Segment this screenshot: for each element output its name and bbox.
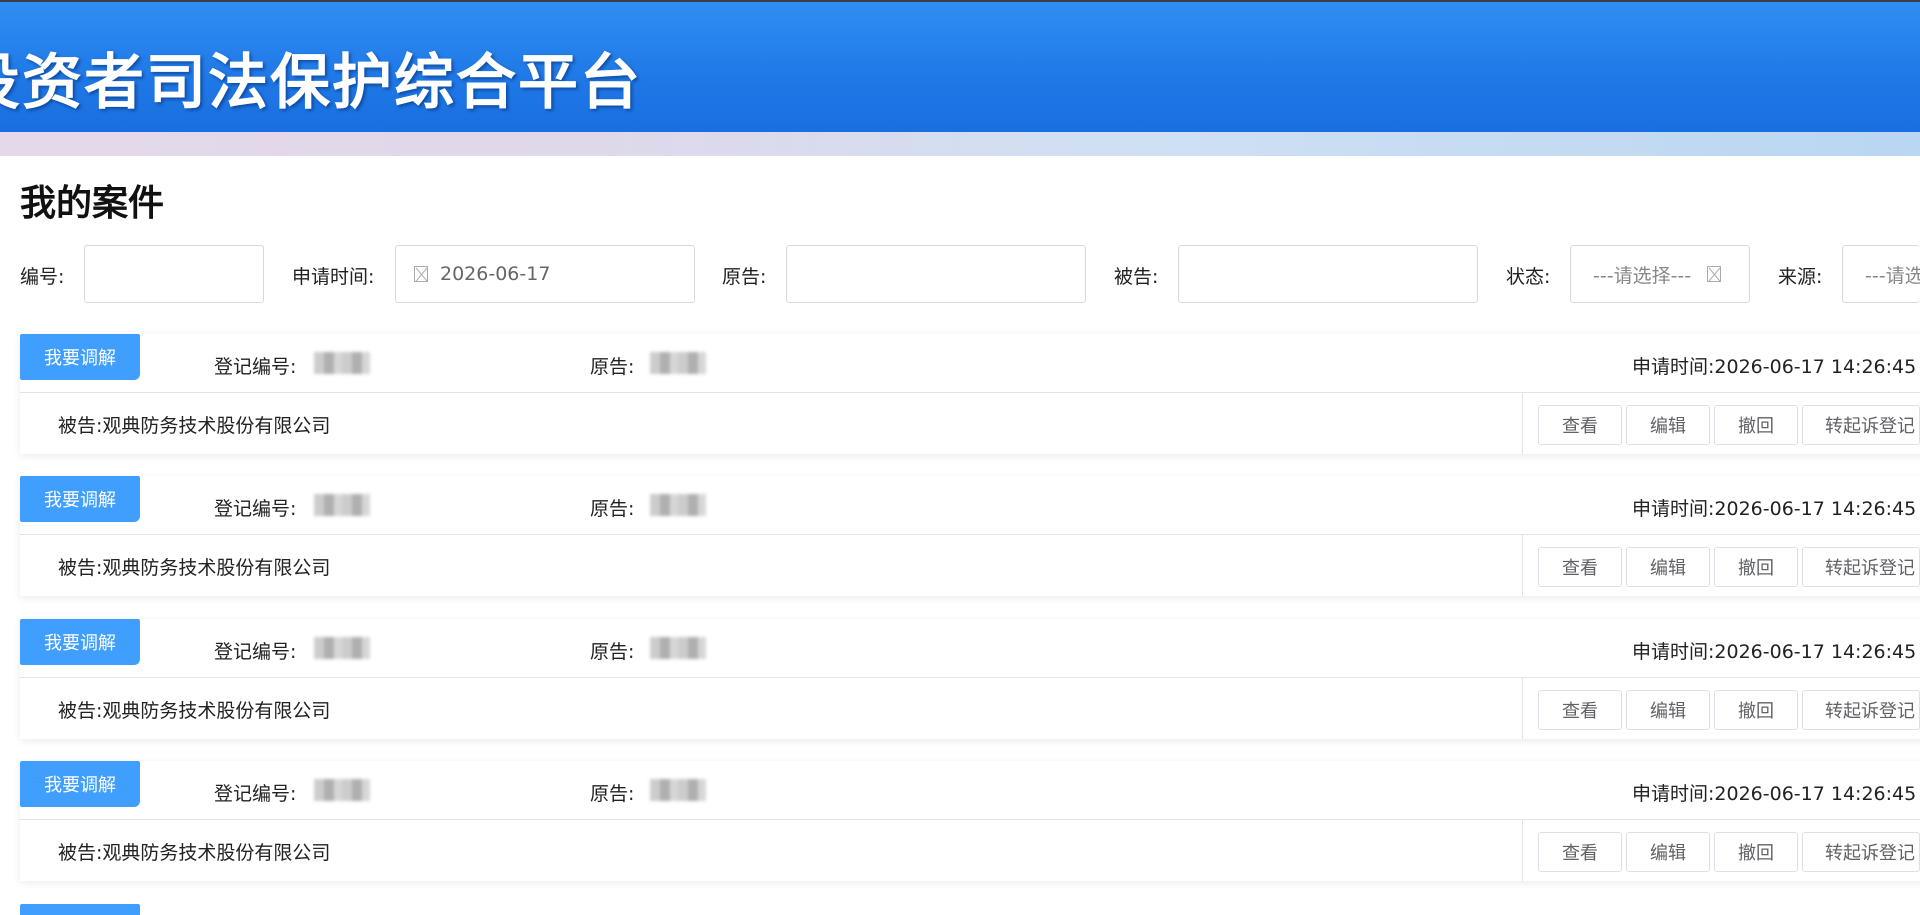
- apply-time-input[interactable]: 2026-06-17: [395, 245, 695, 303]
- view-button[interactable]: 查看: [1538, 547, 1622, 587]
- reg-no-label: 登记编号:: [214, 641, 297, 663]
- edit-button[interactable]: 编辑: [1626, 832, 1710, 872]
- withdraw-button[interactable]: 撤回: [1714, 405, 1798, 445]
- number-input[interactable]: [84, 245, 264, 303]
- view-button[interactable]: 查看: [1538, 405, 1622, 445]
- apply-time-label: 申请时间:: [1632, 641, 1715, 663]
- case-card: 我要调解 登记编号: 原告: 申请时间:2026-06-17 14:26:45 …: [20, 476, 1920, 596]
- source-placeholder: ---请选择---: [1865, 264, 1920, 287]
- apply-time-label: 申请时间:: [292, 266, 375, 288]
- defendant-label: 被告:: [58, 842, 103, 864]
- plaintiff-label: 原告:: [590, 641, 635, 663]
- apply-time: 申请时间:2026-06-17 14:26:45: [1632, 494, 1916, 521]
- site-header: 投资者司法保护综合平台: [0, 0, 1920, 132]
- plaintiff-input[interactable]: [786, 245, 1086, 303]
- defendant: 被告:观典防务技术股份有限公司: [58, 696, 330, 723]
- case-card-header: 我要调解 登记编号: 原告: 申请时间:2026-06-17 14:26:45: [20, 334, 1920, 393]
- apply-time-label: 申请时间:: [1632, 356, 1715, 378]
- status-placeholder: ---请选择---: [1593, 264, 1692, 287]
- apply-time-value: 2026-06-17 14:26:45: [1714, 783, 1917, 805]
- reg-no-redacted: [314, 637, 370, 659]
- divider: [1522, 820, 1523, 881]
- source-label: 来源:: [1778, 266, 1823, 288]
- reg-no-redacted: [314, 494, 370, 516]
- site-title: 投资者司法保护综合平台: [0, 48, 642, 118]
- edit-button[interactable]: 编辑: [1626, 690, 1710, 730]
- view-button[interactable]: 查看: [1538, 832, 1622, 872]
- apply-time-value: 2026-06-17 14:26:45: [1714, 356, 1917, 378]
- defendant: 被告:观典防务技术股份有限公司: [58, 838, 330, 865]
- transfer-litigation-button[interactable]: 转起诉登记: [1802, 405, 1920, 445]
- divider: [1522, 393, 1523, 454]
- defendant: 被告:观典防务技术股份有限公司: [58, 411, 330, 438]
- case-card-header: 我要调解 登记编号: 原告: 申请时间:2026-06-17 14:26:45: [20, 761, 1920, 820]
- defendant-label: 被告:: [58, 415, 103, 437]
- plaintiff-redacted: [650, 494, 706, 516]
- case-card-header: 我要调解 登记编号: 原告: 申请时间:2026-06-17 14:26:45: [20, 476, 1920, 535]
- defendant-label: 被告:: [58, 557, 103, 579]
- apply-time-label: 申请时间:: [1632, 498, 1715, 520]
- case-card-header: 我要调解 登记编号: 原告: 申请时间:2026-06-17 14:26:45: [20, 619, 1920, 678]
- status-label: 状态:: [1506, 266, 1551, 288]
- plaintiff-label: 原告:: [590, 356, 635, 378]
- defendant-value: 观典防务技术股份有限公司: [102, 415, 331, 437]
- defendant-input[interactable]: [1178, 245, 1478, 303]
- withdraw-button[interactable]: 撤回: [1714, 832, 1798, 872]
- calendar-clear-icon: [414, 266, 428, 282]
- clear-icon[interactable]: [1707, 266, 1722, 282]
- page-title: 我的案件: [20, 183, 165, 224]
- case-card-body: 被告:观典防务技术股份有限公司 查看 编辑 撤回 转起诉登记: [20, 678, 1920, 739]
- reg-no-redacted: [314, 352, 370, 374]
- edit-button[interactable]: 编辑: [1626, 405, 1710, 445]
- mediate-button[interactable]: 我要调解: [20, 476, 140, 522]
- view-button[interactable]: 查看: [1538, 690, 1622, 730]
- withdraw-button[interactable]: 撤回: [1714, 547, 1798, 587]
- case-card: 我要调解 登记编号: 原告: 申请时间:2026-06-17 14:26:45 …: [20, 334, 1920, 454]
- defendant-value: 观典防务技术股份有限公司: [102, 700, 331, 722]
- header-band: [0, 132, 1920, 156]
- mediate-button[interactable]: [20, 904, 140, 915]
- defendant-value: 观典防务技术股份有限公司: [102, 557, 331, 579]
- defendant-value: 观典防务技术股份有限公司: [102, 842, 331, 864]
- case-card: 我要调解 登记编号: 原告: 申请时间:2026-06-17 14:26:45 …: [20, 619, 1920, 739]
- defendant: 被告:观典防务技术股份有限公司: [58, 553, 330, 580]
- defendant-label: 被告:: [58, 700, 103, 722]
- reg-no-label: 登记编号:: [214, 783, 297, 805]
- transfer-litigation-button[interactable]: 转起诉登记: [1802, 547, 1920, 587]
- plaintiff-redacted: [650, 352, 706, 374]
- number-label: 编号:: [20, 266, 65, 288]
- status-select[interactable]: ---请选择---: [1570, 245, 1750, 303]
- apply-time-value: 2026-06-17 14:26:45: [1714, 641, 1917, 663]
- edit-button[interactable]: 编辑: [1626, 547, 1710, 587]
- divider: [1522, 535, 1523, 596]
- withdraw-button[interactable]: 撤回: [1714, 690, 1798, 730]
- defendant-filter-label: 被告:: [1114, 266, 1159, 288]
- case-card-body: 被告:观典防务技术股份有限公司 查看 编辑 撤回 转起诉登记: [20, 820, 1920, 881]
- apply-time: 申请时间:2026-06-17 14:26:45: [1632, 352, 1916, 379]
- case-card: 我要调解 登记编号: 原告: 申请时间:2026-06-17 14:26:45 …: [20, 761, 1920, 881]
- mediate-button[interactable]: 我要调解: [20, 761, 140, 807]
- plaintiff-redacted: [650, 779, 706, 801]
- apply-time: 申请时间:2026-06-17 14:26:45: [1632, 637, 1916, 664]
- plaintiff-redacted: [650, 637, 706, 659]
- reg-no-redacted: [314, 779, 370, 801]
- apply-time-value: 2026-06-17: [440, 263, 551, 285]
- reg-no-label: 登记编号:: [214, 356, 297, 378]
- apply-time-label: 申请时间:: [1632, 783, 1715, 805]
- reg-no-label: 登记编号:: [214, 498, 297, 520]
- plaintiff-filter-label: 原告:: [722, 266, 767, 288]
- mediate-button[interactable]: 我要调解: [20, 619, 140, 665]
- divider: [1522, 678, 1523, 739]
- case-card-body: 被告:观典防务技术股份有限公司 查看 编辑 撤回 转起诉登记: [20, 535, 1920, 596]
- source-select[interactable]: ---请选择---: [1842, 245, 1920, 303]
- apply-time-value: 2026-06-17 14:26:45: [1714, 498, 1917, 520]
- transfer-litigation-button[interactable]: 转起诉登记: [1802, 832, 1920, 872]
- mediate-button[interactable]: 我要调解: [20, 334, 140, 380]
- apply-time: 申请时间:2026-06-17 14:26:45: [1632, 779, 1916, 806]
- plaintiff-label: 原告:: [590, 498, 635, 520]
- transfer-litigation-button[interactable]: 转起诉登记: [1802, 690, 1920, 730]
- case-card-body: 被告:观典防务技术股份有限公司 查看 编辑 撤回 转起诉登记: [20, 393, 1920, 454]
- plaintiff-label: 原告:: [590, 783, 635, 805]
